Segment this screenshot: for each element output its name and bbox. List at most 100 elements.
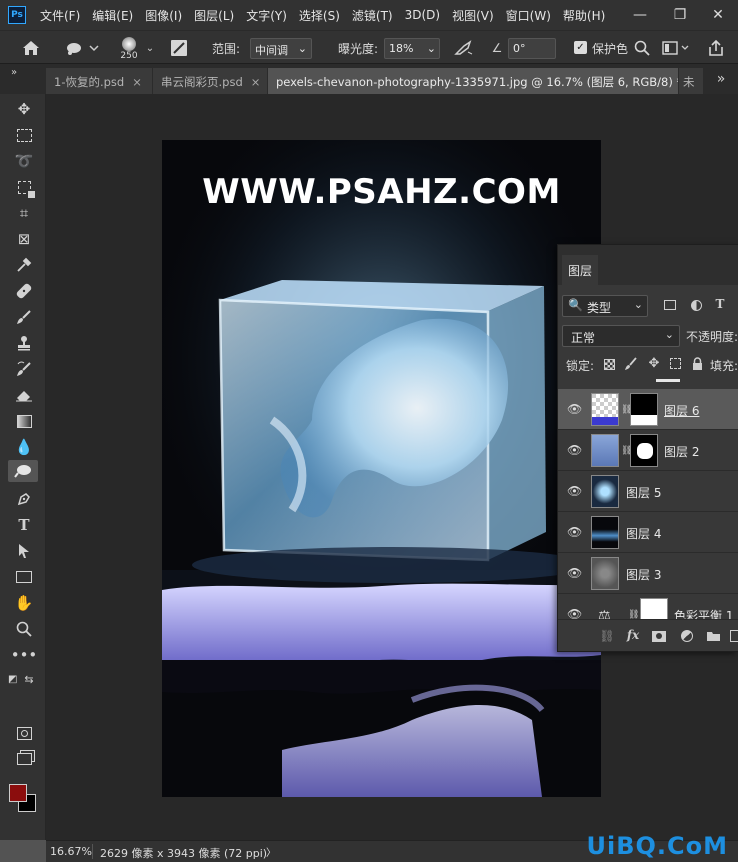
crop-tool-icon[interactable]: ⌗ bbox=[12, 202, 36, 224]
collapse-toolbar-icon[interactable]: » bbox=[6, 66, 22, 78]
document-image[interactable]: WWW.PSAHZ.COM bbox=[162, 140, 601, 797]
layer-row[interactable]: 👁 图层 3 bbox=[558, 553, 738, 594]
swap-colors-icon[interactable]: ⇆ bbox=[22, 668, 36, 690]
zoom-tool-icon[interactable] bbox=[12, 618, 36, 640]
menu-view[interactable]: 视图(V) bbox=[446, 7, 500, 24]
visibility-eye-icon[interactable]: 👁 bbox=[567, 443, 583, 457]
protect-tones-checkbox[interactable]: ✓ bbox=[574, 41, 587, 54]
minimize-button[interactable]: — bbox=[620, 0, 660, 30]
hand-tool-icon[interactable]: ✋ bbox=[12, 592, 36, 614]
new-group-icon[interactable] bbox=[704, 628, 722, 644]
home-icon[interactable] bbox=[18, 37, 44, 59]
visibility-eye-icon[interactable]: 👁 bbox=[567, 484, 583, 498]
menu-type[interactable]: 文字(Y) bbox=[240, 7, 293, 24]
object-selection-tool-icon[interactable] bbox=[12, 176, 36, 198]
healing-brush-tool-icon[interactable] bbox=[12, 280, 36, 302]
search-icon[interactable] bbox=[632, 38, 652, 58]
layer-filter-dropdown[interactable]: 🔍 类型 ⌄ bbox=[562, 295, 648, 317]
chevron-down-icon[interactable]: ⌄ bbox=[144, 39, 156, 57]
zoom-level[interactable]: 16.67% bbox=[50, 845, 92, 858]
layer-row[interactable]: 👁 图层 5 bbox=[558, 471, 738, 512]
angle-value: 0° bbox=[513, 42, 526, 55]
layer-row[interactable]: 👁 ⛓ 图层 6 bbox=[558, 389, 738, 430]
angle-input[interactable]: 0° bbox=[508, 38, 556, 59]
filter-type-icon[interactable]: T bbox=[712, 295, 728, 313]
tab-close-icon[interactable]: × bbox=[132, 75, 142, 89]
menu-layer[interactable]: 图层(L) bbox=[188, 7, 240, 24]
menu-help[interactable]: 帮助(H) bbox=[557, 7, 611, 24]
layer-name: 图层 3 bbox=[626, 568, 662, 582]
eyedropper-tool-icon[interactable] bbox=[12, 254, 36, 276]
tab-brochure-psd[interactable]: 串云阁彩页.psd × bbox=[153, 68, 267, 94]
menu-edit[interactable]: 编辑(E) bbox=[86, 7, 139, 24]
foreground-color-swatch[interactable] bbox=[9, 784, 27, 802]
lasso-tool-icon[interactable]: ➰ bbox=[12, 150, 36, 172]
frame-tool-icon[interactable]: ⊠ bbox=[12, 228, 36, 250]
layer-row[interactable]: 👁 ⛓ 图层 2 bbox=[558, 430, 738, 471]
protect-tones-label: 保护色 bbox=[592, 42, 629, 56]
link-layers-icon[interactable]: ⛓ bbox=[598, 628, 616, 644]
tab-recovered-psd[interactable]: 1-恢复的.psd × bbox=[46, 68, 152, 94]
layer-mask-thumbnail[interactable] bbox=[630, 393, 658, 426]
tab-active-document[interactable]: pexels-chevanon-photography-1335971.jpg … bbox=[268, 68, 678, 94]
brush-preview-icon[interactable]: 250 bbox=[114, 34, 144, 64]
workspace-icon[interactable] bbox=[660, 38, 692, 58]
burn-tool-icon[interactable] bbox=[8, 460, 38, 482]
layer-mask-thumbnail[interactable] bbox=[630, 434, 658, 467]
gradient-tool-icon[interactable] bbox=[12, 410, 36, 432]
exposure-input[interactable]: 18% ⌄ bbox=[384, 38, 440, 59]
menu-file[interactable]: 文件(F) bbox=[34, 7, 86, 24]
visibility-eye-icon[interactable]: 👁 bbox=[567, 566, 583, 580]
maximize-button[interactable]: ❐ bbox=[660, 0, 700, 30]
tab-overflow-icon[interactable]: » bbox=[710, 70, 732, 88]
eraser-tool-icon[interactable] bbox=[12, 384, 36, 406]
lock-image-icon[interactable] bbox=[624, 356, 638, 372]
blur-tool-icon[interactable]: 💧 bbox=[12, 436, 36, 458]
path-selection-tool-icon[interactable] bbox=[12, 540, 36, 562]
range-dropdown[interactable]: 中间调 ⌄ bbox=[250, 38, 312, 59]
tab-layers[interactable]: 图层 bbox=[562, 255, 599, 285]
layer-row[interactable]: 👁 图层 4 bbox=[558, 512, 738, 553]
lock-position-icon[interactable]: ✥ bbox=[646, 355, 662, 371]
visibility-eye-icon[interactable]: 👁 bbox=[567, 525, 583, 539]
filter-type-value: 类型 bbox=[587, 301, 612, 315]
adjustment-layer-icon[interactable] bbox=[678, 628, 696, 644]
fill-label: 填充: bbox=[710, 359, 738, 373]
clone-stamp-tool-icon[interactable] bbox=[12, 332, 36, 354]
menu-image[interactable]: 图像(I) bbox=[139, 7, 188, 24]
type-tool-icon[interactable]: T bbox=[12, 514, 36, 536]
close-window-button[interactable]: ✕ bbox=[698, 0, 738, 30]
history-brush-tool-icon[interactable] bbox=[12, 358, 36, 380]
menu-3d[interactable]: 3D(D) bbox=[399, 8, 446, 22]
share-icon[interactable] bbox=[704, 37, 728, 59]
lock-transparency-icon[interactable] bbox=[602, 357, 616, 371]
visibility-eye-icon[interactable]: 👁 bbox=[567, 402, 583, 416]
airbrush-icon[interactable] bbox=[452, 38, 476, 58]
status-menu-arrow[interactable]: 〉 bbox=[266, 844, 276, 859]
pen-tool-icon[interactable] bbox=[12, 488, 36, 510]
lock-all-icon[interactable] bbox=[691, 356, 703, 370]
menu-select[interactable]: 选择(S) bbox=[293, 7, 346, 24]
filter-pixel-icon[interactable] bbox=[662, 297, 678, 313]
brush-tool-icon[interactable] bbox=[12, 306, 36, 328]
more-tools-icon[interactable]: ••• bbox=[11, 644, 38, 666]
screen-mode-icon[interactable] bbox=[12, 748, 36, 770]
rectangle-tool-icon[interactable] bbox=[12, 566, 36, 588]
tab-close-icon[interactable]: × bbox=[251, 75, 261, 89]
burn-tool-preset-icon[interactable] bbox=[62, 37, 102, 59]
marquee-tool-icon[interactable] bbox=[12, 124, 36, 146]
layer-style-icon[interactable]: fx bbox=[624, 626, 642, 644]
lock-artboard-icon[interactable] bbox=[668, 356, 682, 370]
move-tool-icon[interactable]: ✥ bbox=[12, 98, 36, 120]
new-layer-icon[interactable] bbox=[730, 628, 738, 644]
menu-window[interactable]: 窗口(W) bbox=[500, 7, 557, 24]
tab-more[interactable]: 未 bbox=[679, 68, 703, 94]
brush-settings-icon[interactable] bbox=[166, 37, 192, 59]
menu-filter[interactable]: 滤镜(T) bbox=[346, 7, 399, 24]
add-mask-icon[interactable] bbox=[650, 628, 668, 644]
filter-adjustment-icon[interactable] bbox=[688, 297, 704, 313]
quick-mask-icon[interactable] bbox=[12, 722, 36, 744]
layer-thumbnail bbox=[591, 434, 619, 467]
blend-mode-dropdown[interactable]: 正常 ⌄ bbox=[562, 325, 680, 347]
brush-size-label: 250 bbox=[120, 51, 138, 61]
